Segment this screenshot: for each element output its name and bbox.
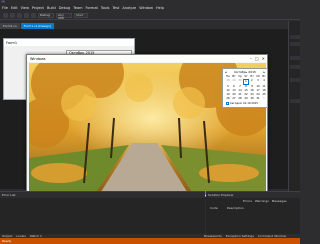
- document-tabs: Form1.cs Form1.cs [Design]: [0, 21, 290, 29]
- platform-combo[interactable]: Any CPU: [56, 12, 72, 19]
- close-button[interactable]: ✕: [262, 56, 265, 61]
- menu-window[interactable]: Window: [139, 6, 153, 10]
- today-marker-icon: [226, 102, 229, 105]
- menu-debug[interactable]: Debug: [59, 6, 71, 10]
- error-list-header: Error List: [0, 192, 205, 198]
- calendar-today-label: Сегодня: 01.10.2015: [230, 102, 258, 105]
- picture-window-title: Windows: [30, 56, 46, 61]
- undo-icon[interactable]: [31, 12, 36, 18]
- menu-edit[interactable]: Edit: [11, 6, 18, 10]
- messages-filter[interactable]: Messages: [272, 199, 287, 203]
- prev-month-icon[interactable]: ◂: [225, 70, 227, 74]
- error-filter-tabs: Errors Warnings Messages: [243, 199, 287, 203]
- maximize-button[interactable]: □: [255, 56, 259, 61]
- menu-tools[interactable]: Tools: [101, 6, 110, 10]
- solution-explorer-panel: Solution Explorer Errors Warnings Messag…: [206, 191, 300, 234]
- status-bar: Ready: [0, 238, 300, 244]
- column-description[interactable]: Description: [227, 206, 244, 210]
- solution-explorer-header: Solution Explorer: [206, 192, 300, 198]
- back-icon[interactable]: [3, 12, 8, 18]
- properties-row[interactable]: [290, 99, 300, 103]
- properties-row[interactable]: [290, 78, 300, 82]
- calendar-day[interactable]: 1: [261, 97, 267, 101]
- menu-file[interactable]: File: [2, 6, 8, 10]
- properties-row[interactable]: [290, 35, 300, 39]
- menu-team[interactable]: Team: [73, 6, 82, 10]
- start-button[interactable]: Start: [74, 12, 88, 18]
- warnings-filter[interactable]: Warnings: [255, 199, 269, 203]
- picture-window-titlebar[interactable]: Windows: [27, 55, 267, 62]
- form1-titlebar[interactable]: Form1: [4, 39, 134, 46]
- column-code[interactable]: Code: [210, 206, 218, 210]
- menu-analyze[interactable]: Analyze: [122, 6, 136, 10]
- window-controls: – □ ✕: [250, 56, 265, 61]
- error-columns: Code Description: [210, 206, 244, 210]
- properties-row[interactable]: [290, 56, 300, 60]
- menu-test[interactable]: Test: [112, 6, 119, 10]
- menu-view[interactable]: View: [21, 6, 29, 10]
- configuration-combo[interactable]: Debug: [38, 12, 54, 18]
- status-text: Ready: [2, 239, 12, 243]
- calendar-grid: Пн Вт Ср Чт Пт Сб Вс 28 29 30 1 2 3 4 5 6 7 8 9 10 11 12 13 14 1…: [223, 75, 267, 101]
- toolbar: Debug Any CPU Start: [0, 11, 300, 20]
- menu-project[interactable]: Project: [32, 6, 44, 10]
- minimize-button[interactable]: –: [250, 56, 252, 61]
- errors-filter[interactable]: Errors: [243, 199, 252, 203]
- properties-row[interactable]: [290, 65, 300, 69]
- save-icon[interactable]: [24, 12, 29, 18]
- calendar-today[interactable]: Сегодня: 01.10.2015: [226, 102, 258, 105]
- month-calendar[interactable]: ◂ Октябрь 2015 ▸ Пн Вт Ср Чт Пт Сб Вс 28 29 30 1 2 3…: [222, 68, 268, 108]
- new-file-icon[interactable]: [17, 12, 22, 18]
- properties-row[interactable]: [290, 42, 300, 46]
- menu-format[interactable]: Format: [86, 6, 98, 10]
- forward-icon[interactable]: [10, 12, 15, 18]
- menu-build[interactable]: Build: [47, 6, 56, 10]
- next-month-icon[interactable]: ▸: [263, 70, 265, 74]
- form1-title: Form1: [6, 40, 18, 45]
- error-list-panel: Error List: [0, 191, 205, 234]
- calendar-month[interactable]: Октябрь 2015: [234, 70, 256, 74]
- properties-panel: [288, 21, 300, 191]
- menu-help[interactable]: Help: [156, 6, 164, 10]
